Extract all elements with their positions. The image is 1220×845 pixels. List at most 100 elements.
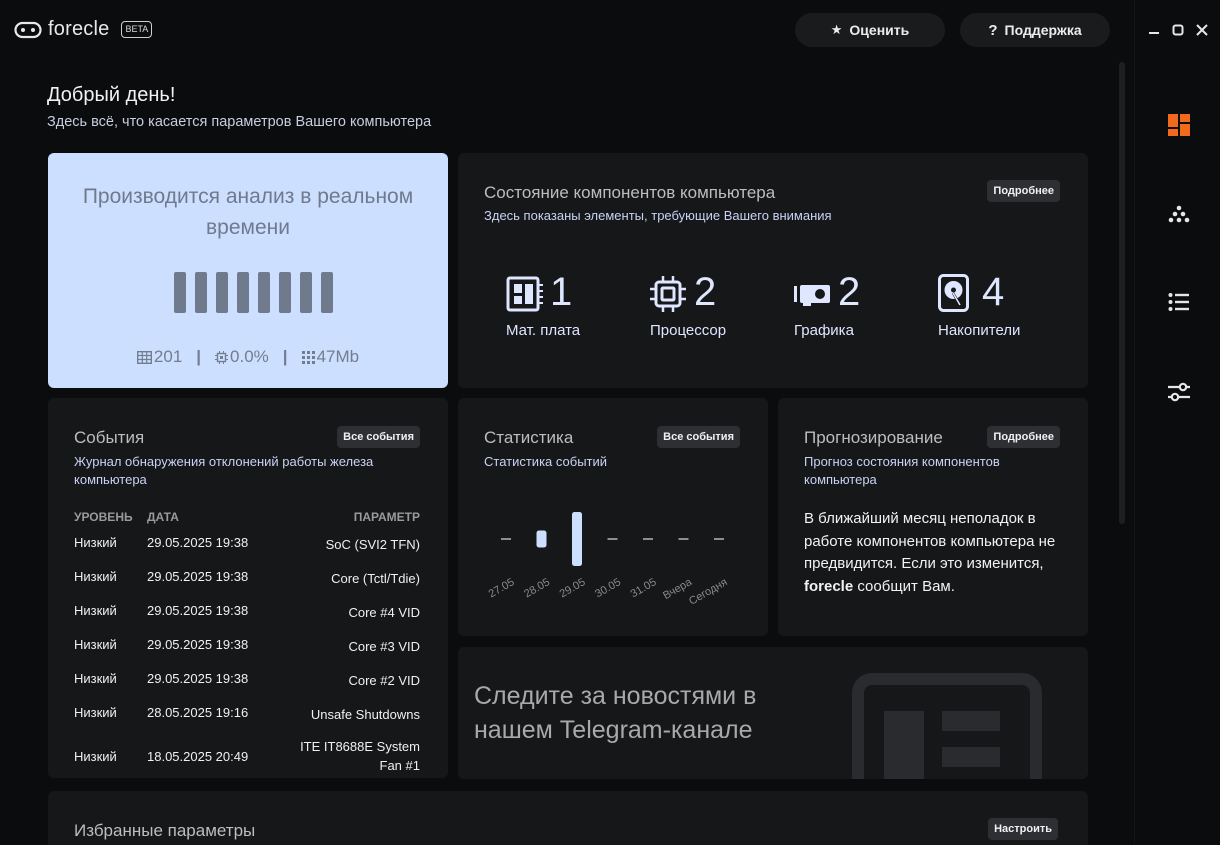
forecast-brand: forecle xyxy=(804,577,854,595)
row-date: 29.05.2025 19:38 xyxy=(147,535,249,550)
drives-label: Накопители xyxy=(938,322,1021,339)
gpu-label: Графика xyxy=(794,322,854,339)
row-param: Core #4 VID xyxy=(348,605,420,620)
dashboard-icon[interactable] xyxy=(1167,113,1191,137)
row-param: Core #2 VID xyxy=(348,673,420,688)
titlebar: forecle BETA ★ Оценить ? Поддержка xyxy=(0,0,1134,60)
cpu-count: 2 xyxy=(694,270,717,314)
forecast-text-after: сообщит Вам. xyxy=(853,577,955,595)
row-param: Core #3 VID xyxy=(348,639,420,654)
row-level: Низкий xyxy=(74,603,117,618)
row-date: 28.05.2025 19:16 xyxy=(147,705,249,720)
statistics-card: Статистика Статистика событий Все событи… xyxy=(458,398,768,636)
drive-icon xyxy=(938,274,969,312)
chart-x-label: 27.05 xyxy=(487,576,517,600)
activity-bar xyxy=(174,272,186,313)
row-param: ITE IT8688E System Fan #1 xyxy=(300,739,420,773)
separator: | xyxy=(196,347,202,366)
chart-bar xyxy=(572,512,582,566)
chart-x-label: 29.05 xyxy=(558,576,588,600)
forecast-text: В ближайший месяц неполадок в работе ком… xyxy=(804,508,1069,598)
maximize-icon[interactable] xyxy=(1171,23,1185,37)
settings-sliders-icon[interactable] xyxy=(1167,380,1191,404)
row-param: Unsafe Shutdowns xyxy=(310,707,420,722)
question-icon: ? xyxy=(988,21,998,39)
row-date: 29.05.2025 19:38 xyxy=(147,671,249,686)
events-card: События Журнал обнаружения отклонений ра… xyxy=(48,398,448,778)
scrollbar[interactable] xyxy=(1119,62,1125,524)
activity-bar xyxy=(237,272,249,313)
events-all-button[interactable]: Все события xyxy=(337,426,420,448)
side-nav xyxy=(1134,0,1220,845)
list-icon[interactable] xyxy=(1167,290,1191,314)
cpu-small-icon xyxy=(215,350,229,364)
analysis-card: Производится анализ в реальном времени 2… xyxy=(48,153,448,388)
chart-x-label: 31.05 xyxy=(629,576,659,600)
forecast-text-before: В ближайший месяц неполадок в работе ком… xyxy=(804,510,1056,572)
forecast-card: Прогнозирование Прогноз состояния компон… xyxy=(778,398,1088,636)
logo-icon xyxy=(14,21,42,38)
motherboard-label: Мат. плата xyxy=(506,322,581,339)
column-date[interactable]: ДАТА xyxy=(147,510,179,524)
motherboard-icon xyxy=(506,276,543,312)
row-level: Низкий xyxy=(74,569,117,584)
app-logo: forecle BETA xyxy=(14,18,153,41)
activity-bar xyxy=(279,272,291,313)
components-title: Состояние компонентов компьютера xyxy=(484,183,776,202)
telegram-banner[interactable]: Следите за новостями в нашем Telegram-ка… xyxy=(458,647,1088,779)
column-param[interactable]: ПАРАМЕТР xyxy=(354,510,420,524)
favorites-configure-button[interactable]: Настроить xyxy=(988,818,1058,840)
activity-bar xyxy=(258,272,270,313)
favorites-title: Избранные параметры xyxy=(74,821,256,840)
row-level: Низкий xyxy=(74,705,117,720)
events-subtitle: Журнал обнаружения отклонений работы жел… xyxy=(74,454,374,487)
cpu-icon xyxy=(650,276,686,312)
app-name: forecle xyxy=(48,18,110,40)
row-level: Низкий xyxy=(74,749,117,764)
analysis-stats: 201 | 0.0% | 47Mb xyxy=(48,347,448,367)
analysis-title: Производится анализ в реальном времени xyxy=(82,185,414,239)
row-level: Низкий xyxy=(74,637,117,652)
components-more-button[interactable]: Подробнее xyxy=(987,180,1060,202)
components-card: Состояние компонентов компьютера Здесь п… xyxy=(458,153,1088,388)
column-level[interactable]: УРОВЕНЬ xyxy=(74,510,133,524)
components-subtitle: Здесь показаны элементы, требующие Вашег… xyxy=(484,208,832,223)
memory-icon xyxy=(301,350,315,364)
star-icon: ★ xyxy=(830,22,843,37)
separator: | xyxy=(282,347,288,366)
rate-label: Оценить xyxy=(849,22,910,38)
support-label: Поддержка xyxy=(1004,22,1082,38)
activity-bar xyxy=(195,272,207,313)
cpu-label: Процессор xyxy=(650,322,727,339)
cpu-usage: 0.0% xyxy=(230,347,269,366)
row-param: SoC (SVI2 TFN) xyxy=(325,537,420,552)
events-chart: 27.05 28.05 29.05 30.05 31.05 ВчераСегодня xyxy=(487,512,730,608)
table-icon xyxy=(136,350,152,364)
page-title: Добрый день! xyxy=(47,84,176,106)
row-date: 29.05.2025 19:38 xyxy=(147,569,249,584)
news-icon xyxy=(852,673,1042,779)
forecast-more-button[interactable]: Подробнее xyxy=(987,426,1060,448)
minimize-icon[interactable] xyxy=(1147,23,1161,37)
rate-button[interactable]: ★ Оценить xyxy=(795,13,945,47)
components-icon[interactable] xyxy=(1167,202,1191,226)
chart-x-label: 30.05 xyxy=(593,576,623,600)
telegram-text: Следите за новостями в нашем Telegram-ка… xyxy=(474,682,757,744)
activity-bars xyxy=(174,272,333,313)
beta-badge: BETA xyxy=(121,21,153,38)
forecast-title: Прогнозирование xyxy=(804,428,943,447)
support-button[interactable]: ? Поддержка xyxy=(960,13,1110,47)
events-title: События xyxy=(74,428,145,447)
close-icon[interactable] xyxy=(1195,23,1209,37)
row-date: 29.05.2025 19:38 xyxy=(147,603,249,618)
chart-x-label: 28.05 xyxy=(522,576,552,600)
row-level: Низкий xyxy=(74,671,117,686)
forecast-subtitle: Прогноз состояния компонентов компьютера xyxy=(804,454,1000,487)
activity-bar xyxy=(300,272,312,313)
row-level: Низкий xyxy=(74,535,117,550)
drives-count: 4 xyxy=(982,270,1005,314)
row-date: 18.05.2025 20:49 xyxy=(147,749,249,764)
gpu-count: 2 xyxy=(838,270,861,314)
gpu-icon xyxy=(794,285,830,306)
chart-bar xyxy=(536,530,547,548)
